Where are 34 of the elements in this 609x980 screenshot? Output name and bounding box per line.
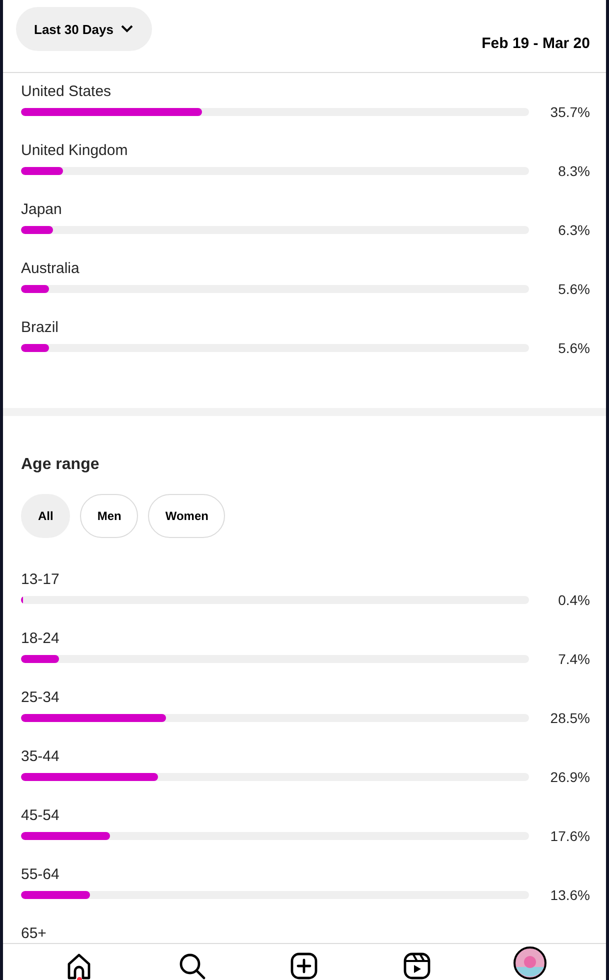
age-group: 65+ — [21, 924, 590, 943]
percentage: 35.7% — [550, 104, 590, 120]
search-icon[interactable] — [178, 952, 206, 980]
age-group: 45-54 — [21, 806, 590, 826]
age-group: 18-24 — [21, 629, 590, 649]
percentage: 26.9% — [550, 769, 590, 785]
plus-square-icon[interactable] — [290, 952, 318, 980]
percentage: 28.5% — [550, 710, 590, 726]
country-name: Australia — [21, 259, 80, 279]
video-play-icon[interactable] — [403, 952, 432, 980]
section-title: Age range — [20, 456, 100, 474]
date-range: Feb 19 - Mar 20 — [482, 34, 590, 52]
date-range-dropdown[interactable]: Last 30 Days — [16, 7, 152, 51]
country-name: Brazil — [21, 318, 60, 338]
percentage: 0.4% — [558, 592, 590, 608]
age-group: 25-34 — [21, 688, 590, 708]
filter-chip[interactable]: Men — [80, 494, 138, 538]
avatar[interactable] — [512, 946, 547, 980]
country-name: United States — [21, 82, 112, 102]
percentage: 8.3% — [558, 163, 590, 179]
percentage: 5.6% — [558, 281, 590, 297]
percentage: 13.6% — [550, 887, 590, 903]
percentage: 5.6% — [558, 340, 590, 356]
age-group: 55-64 — [21, 865, 590, 885]
chevron-down-icon — [120, 24, 134, 34]
age-group: 35-44 — [21, 747, 590, 767]
country-name: United Kingdom — [21, 141, 129, 161]
filter-chip[interactable]: Women — [148, 494, 226, 538]
filter-chip[interactable]: All — [21, 494, 70, 538]
country-name: Japan — [21, 200, 63, 220]
percentage: 6.3% — [558, 222, 590, 238]
age-group: 13-17 — [21, 570, 590, 590]
percentage: 7.4% — [558, 651, 590, 667]
percentage: 17.6% — [550, 828, 590, 844]
